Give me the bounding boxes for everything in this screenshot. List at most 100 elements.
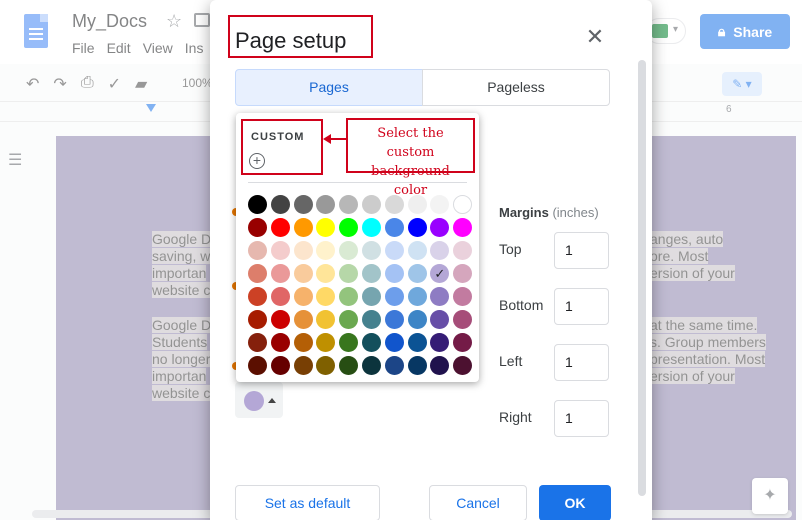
margin-right-label: Right [499, 409, 532, 425]
color-swatch[interactable] [430, 195, 450, 214]
color-swatch[interactable] [316, 333, 336, 352]
color-swatch[interactable] [270, 218, 290, 237]
color-swatch[interactable] [361, 195, 381, 214]
color-swatch[interactable] [339, 356, 359, 375]
margins-heading: Margins (inches) [499, 205, 599, 220]
color-swatch[interactable] [270, 333, 290, 352]
color-swatch[interactable] [316, 310, 336, 329]
color-swatch[interactable] [270, 195, 290, 214]
color-swatch[interactable] [293, 310, 313, 329]
color-swatch[interactable] [407, 287, 427, 306]
color-swatch[interactable] [293, 195, 313, 214]
color-swatch[interactable] [316, 195, 336, 214]
dialog-scrollbar[interactable] [638, 60, 646, 496]
color-swatch[interactable] [453, 356, 473, 375]
color-swatch[interactable] [248, 218, 267, 237]
color-swatch[interactable] [339, 310, 359, 329]
color-swatch[interactable] [293, 287, 313, 306]
color-swatch[interactable] [407, 241, 427, 260]
color-swatch[interactable] [361, 356, 381, 375]
cancel-button[interactable]: Cancel [429, 485, 527, 520]
color-swatch[interactable] [384, 356, 404, 375]
tab-pageless[interactable]: Pageless [422, 69, 610, 106]
set-as-default-button[interactable]: Set as default [235, 485, 380, 520]
annotation-callout: Select the custom background color [346, 118, 475, 198]
color-swatch[interactable] [339, 287, 359, 306]
color-swatch[interactable] [316, 241, 336, 260]
color-swatch[interactable] [430, 356, 450, 375]
color-swatch[interactable] [293, 264, 313, 283]
color-swatch[interactable] [384, 287, 404, 306]
color-grid: ✓ [248, 195, 473, 375]
color-swatch[interactable] [293, 218, 313, 237]
color-swatch[interactable] [407, 333, 427, 352]
margin-bottom-label: Bottom [499, 297, 544, 313]
color-swatch[interactable] [407, 310, 427, 329]
color-swatch[interactable] [248, 241, 267, 260]
color-swatch[interactable] [339, 218, 359, 237]
color-swatch[interactable] [270, 356, 290, 375]
margin-top-label: Top [499, 241, 522, 257]
margin-left-label: Left [499, 353, 523, 369]
color-swatch[interactable] [339, 333, 359, 352]
tab-pages[interactable]: Pages [235, 69, 423, 106]
color-swatch[interactable] [270, 264, 290, 283]
color-swatch[interactable] [293, 333, 313, 352]
color-swatch[interactable] [248, 310, 267, 329]
color-swatch[interactable] [270, 310, 290, 329]
color-swatch[interactable] [430, 218, 450, 237]
color-swatch[interactable] [361, 310, 381, 329]
color-swatch[interactable] [453, 195, 473, 214]
color-swatch[interactable] [248, 287, 267, 306]
color-swatch[interactable] [407, 356, 427, 375]
color-swatch[interactable] [248, 195, 267, 214]
color-swatch[interactable] [248, 333, 267, 352]
color-swatch[interactable] [430, 310, 450, 329]
color-swatch[interactable] [316, 264, 336, 283]
color-swatch[interactable] [361, 287, 381, 306]
color-swatch[interactable] [293, 241, 313, 260]
color-swatch[interactable] [270, 287, 290, 306]
color-swatch[interactable] [384, 218, 404, 237]
color-swatch[interactable] [339, 241, 359, 260]
close-icon[interactable]: ✕ [584, 26, 606, 48]
color-swatch[interactable] [361, 264, 381, 283]
color-swatch[interactable] [248, 356, 267, 375]
color-swatch[interactable] [339, 195, 359, 214]
color-swatch[interactable] [361, 241, 381, 260]
callout-arrow [330, 138, 346, 140]
color-swatch[interactable] [361, 218, 381, 237]
color-swatch[interactable] [430, 287, 450, 306]
color-swatch[interactable] [384, 241, 404, 260]
color-swatch[interactable] [361, 333, 381, 352]
color-swatch[interactable] [453, 264, 473, 283]
color-swatch[interactable] [453, 333, 473, 352]
color-swatch[interactable] [384, 310, 404, 329]
color-swatch[interactable] [316, 287, 336, 306]
color-swatch[interactable] [407, 264, 427, 283]
color-swatch[interactable] [430, 333, 450, 352]
color-swatch[interactable] [316, 356, 336, 375]
color-swatch[interactable] [453, 218, 473, 237]
color-swatch[interactable] [384, 333, 404, 352]
color-swatch[interactable] [270, 241, 290, 260]
margin-bottom-input[interactable]: 1 [554, 288, 609, 325]
margin-left-input[interactable]: 1 [554, 344, 609, 381]
color-swatch[interactable] [384, 264, 404, 283]
color-swatch[interactable] [248, 264, 267, 283]
color-swatch[interactable] [453, 287, 473, 306]
color-swatch[interactable] [453, 241, 473, 260]
color-swatch[interactable] [293, 356, 313, 375]
color-swatch[interactable] [407, 218, 427, 237]
title-highlight-box [228, 15, 373, 58]
color-swatch[interactable] [430, 241, 450, 260]
margin-top-input[interactable]: 1 [554, 232, 609, 269]
margin-right-input[interactable]: 1 [554, 400, 609, 437]
ok-button[interactable]: OK [539, 485, 611, 520]
color-swatch[interactable]: ✓ [430, 264, 450, 283]
color-swatch[interactable] [316, 218, 336, 237]
color-swatch[interactable] [339, 264, 359, 283]
page-color-button[interactable] [235, 382, 283, 418]
caret-up-icon [268, 398, 276, 403]
color-swatch[interactable] [453, 310, 473, 329]
